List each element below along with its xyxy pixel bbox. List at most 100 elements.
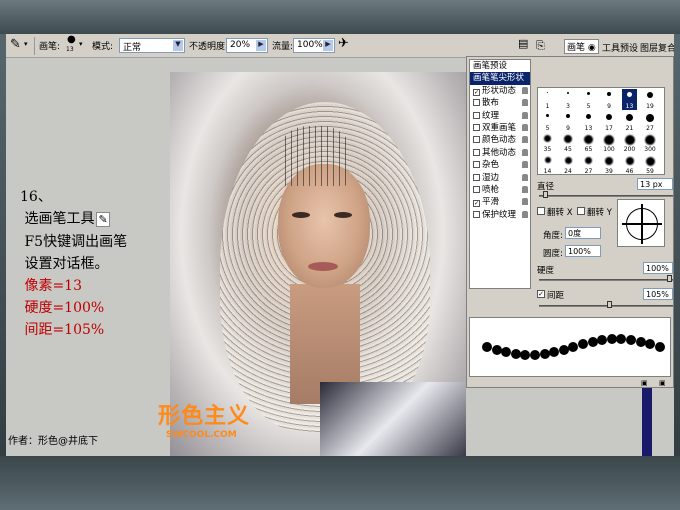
brush-tip[interactable]: 5	[540, 111, 555, 132]
diameter-slider[interactable]	[539, 195, 673, 197]
tab-tool-presets[interactable]: 工具预设	[602, 41, 638, 54]
lock-icon[interactable]	[522, 123, 528, 131]
brush-tip[interactable]: 24	[561, 154, 576, 175]
brush-settings-item[interactable]: ✓ 平滑	[470, 196, 530, 208]
brush-tip[interactable]: 45	[561, 132, 576, 153]
brush-tip[interactable]: 1	[540, 89, 555, 110]
brush-tip[interactable]: 17	[602, 111, 617, 132]
flip-x-checkbox[interactable]	[537, 207, 545, 215]
lock-icon[interactable]	[522, 210, 528, 218]
brush-tip[interactable]: 35	[540, 132, 555, 153]
preview-dot	[568, 342, 579, 352]
palette-menu-icon[interactable]: ▤	[518, 37, 528, 50]
lock-icon[interactable]	[522, 185, 528, 193]
brush-tip[interactable]: 9	[561, 111, 576, 132]
brush-tip[interactable]: 59	[643, 154, 658, 175]
lock-icon[interactable]	[522, 136, 528, 144]
brush-tip[interactable]: 5	[581, 89, 596, 110]
hardness-slider[interactable]	[539, 279, 673, 281]
brush-tip[interactable]: 100	[602, 132, 617, 153]
brush-tip[interactable]: 9	[602, 89, 617, 110]
watermark-text: 形色主义	[158, 404, 251, 429]
brush-settings-item[interactable]: 散布	[470, 97, 530, 109]
brush-settings-item[interactable]: 画笔笔尖形状	[470, 72, 530, 85]
opacity-input[interactable]: 20% ▶	[226, 38, 268, 53]
palette-well-icon[interactable]: ⎘	[536, 39, 545, 53]
brush-tip[interactable]: 27	[643, 111, 658, 132]
step-line-3: 设置对话框。	[24, 256, 109, 272]
settings-checkbox[interactable]	[473, 136, 480, 144]
lock-icon[interactable]	[522, 99, 528, 107]
angle-field[interactable]: 0度	[565, 227, 601, 239]
settings-checkbox[interactable]	[473, 148, 480, 156]
brush-tip[interactable]: 3	[561, 89, 576, 110]
brush-tip-size: 59	[646, 167, 654, 175]
brush-settings-item[interactable]: 杂色	[470, 159, 530, 171]
brush-tip[interactable]: 21	[622, 111, 637, 132]
settings-checkbox[interactable]	[473, 111, 480, 119]
airbrush-icon[interactable]: ✈	[338, 36, 349, 51]
new-brush-icon[interactable]: ▣	[641, 379, 648, 387]
brush-tip[interactable]: 14	[540, 154, 555, 175]
brush-tip[interactable]: 27	[581, 154, 596, 175]
brush-tip[interactable]: 300	[643, 132, 658, 153]
brush-picker-chevron-icon[interactable]: ▾	[79, 40, 83, 48]
brush-tip[interactable]: 46	[622, 154, 637, 175]
brush-settings-item[interactable]: 画笔预设	[470, 60, 530, 72]
lock-icon[interactable]	[522, 198, 528, 206]
diameter-slider-knob[interactable]	[543, 191, 548, 198]
brush-settings-item[interactable]: 颜色动态	[470, 134, 530, 146]
settings-checkbox[interactable]	[473, 210, 480, 218]
lock-icon[interactable]	[522, 86, 528, 94]
hardness-field[interactable]: 100%	[643, 262, 673, 274]
brush-tip-size: 27	[584, 167, 593, 175]
spacing-slider[interactable]	[539, 305, 673, 307]
brush-settings-item[interactable]: 双重画笔	[470, 122, 530, 134]
settings-checkbox[interactable]	[473, 185, 480, 193]
lock-icon[interactable]	[522, 111, 528, 119]
diameter-field[interactable]: 13 px	[637, 178, 673, 190]
tab-brushes[interactable]: 画笔 ◉	[564, 39, 599, 54]
brush-settings-item[interactable]: 保护纹理	[470, 209, 530, 221]
brush-label: 画笔:	[39, 42, 61, 52]
settings-checkbox[interactable]	[473, 123, 480, 131]
settings-checkbox[interactable]: ✓	[473, 88, 480, 96]
brush-settings-item[interactable]: 喷枪	[470, 184, 530, 196]
trash-icon[interactable]: ▣	[659, 379, 666, 387]
brush-settings-item[interactable]: 湿边	[470, 172, 530, 184]
settings-checkbox[interactable]: ✓	[473, 200, 480, 208]
brush-tool-icon[interactable]: ✎	[10, 37, 21, 52]
brush-tip[interactable]: 65	[581, 132, 596, 153]
settings-checkbox[interactable]	[473, 161, 480, 169]
spacing-label: 间距	[547, 291, 565, 301]
lock-icon[interactable]	[522, 161, 528, 169]
spacing-field[interactable]: 105%	[643, 288, 673, 300]
settings-item-label: 保护纹理	[482, 209, 517, 220]
brush-tip[interactable]: 39	[602, 154, 617, 175]
settings-checkbox[interactable]	[473, 173, 480, 181]
hardness-slider-knob[interactable]	[667, 275, 672, 282]
brush-settings-item[interactable]: 其他动态	[470, 147, 530, 159]
lock-icon[interactable]	[522, 173, 528, 181]
brush-settings-item[interactable]: ✓ 形状动态	[470, 85, 530, 97]
tool-preset-chevron-icon[interactable]: ▾	[24, 40, 28, 48]
preview-dot	[616, 334, 627, 345]
mode-select[interactable]: 正常 ▼	[119, 38, 185, 53]
brush-preview-icon[interactable]: ●	[67, 34, 76, 45]
brush-tip[interactable]: 200	[622, 132, 637, 153]
spacing-checkbox[interactable]: ✓	[537, 290, 545, 298]
settings-checkbox[interactable]	[473, 99, 480, 107]
brush-settings-item[interactable]: 纹理	[470, 110, 530, 122]
brush-tip[interactable]: 19	[643, 89, 658, 110]
brush-tip[interactable]: 13	[622, 89, 637, 110]
settings-item-label: 双重画笔	[482, 122, 517, 133]
preview-dot	[520, 349, 531, 360]
spacing-slider-knob[interactable]	[607, 301, 612, 308]
angle-roundness-widget[interactable]	[617, 199, 665, 247]
lock-icon[interactable]	[522, 148, 528, 156]
roundness-field[interactable]: 100%	[565, 245, 601, 257]
flip-y-checkbox[interactable]	[577, 207, 585, 215]
tab-layer-comps[interactable]: 图层复合	[640, 41, 674, 54]
flow-input[interactable]: 100% ▶	[293, 38, 335, 53]
brush-tip[interactable]: 13	[581, 111, 596, 132]
